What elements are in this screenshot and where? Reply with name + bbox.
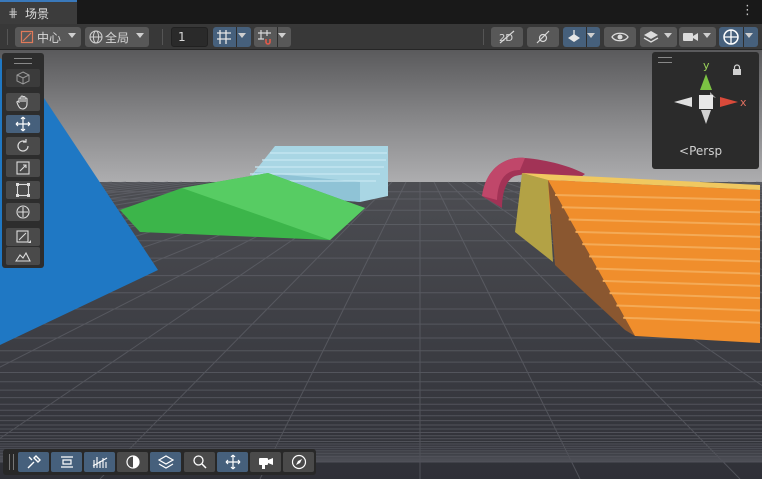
overlay-search-button[interactable]	[184, 452, 215, 472]
hand-icon	[16, 95, 28, 110]
custom-tool[interactable]	[6, 228, 40, 246]
overlay-layers-button[interactable]	[150, 452, 181, 472]
compass-icon	[291, 454, 306, 470]
hand-tool[interactable]	[6, 93, 40, 111]
toolbar-grip[interactable]	[483, 29, 486, 45]
overlay-move-button[interactable]	[217, 452, 248, 472]
navmesh-icon	[92, 457, 107, 468]
rect-transform-icon	[16, 183, 30, 197]
pivot-mode-dropdown[interactable]: 中心	[15, 27, 81, 47]
scene-render	[0, 50, 762, 479]
overlay-grip[interactable]	[9, 454, 14, 470]
overlay-camera-button[interactable]	[250, 452, 281, 472]
chevron-down-icon	[745, 33, 753, 38]
terrain-tool[interactable]	[6, 247, 40, 265]
move-icon	[225, 454, 240, 470]
increment-snap-button[interactable]	[254, 27, 291, 47]
chevron-left-icon: <	[679, 144, 690, 158]
tools-icon	[27, 455, 41, 469]
toggle-2d-button[interactable]: 2D	[491, 27, 523, 47]
pivot-label: 中心	[37, 31, 62, 45]
overlay-toolbar	[3, 449, 316, 475]
transform-icon	[16, 205, 30, 219]
rotate-icon	[17, 139, 29, 152]
camera-icon	[258, 458, 273, 469]
move-icon	[15, 116, 31, 132]
gizmos-dropdown[interactable]	[719, 27, 758, 47]
space-label: 全局	[105, 31, 130, 45]
overlay-tools-button[interactable]	[18, 452, 49, 472]
chevron-down-icon	[664, 33, 672, 38]
chevron-down-icon	[68, 33, 76, 38]
effects-icon	[568, 30, 580, 42]
projection-label: Persp	[689, 144, 723, 158]
chevron-down-icon	[136, 33, 144, 38]
projection-toggle[interactable]: <Persp	[679, 144, 722, 158]
lighting-icon	[125, 455, 140, 469]
scale-tool[interactable]	[6, 159, 40, 177]
tab-bar: ⋕ 场景 ⋮	[0, 0, 762, 24]
orientation-gizmo[interactable]: y x <Persp	[652, 52, 759, 169]
grid-snap-icon	[217, 30, 231, 44]
tab-scene[interactable]: ⋕ 场景	[0, 0, 77, 24]
overlay-lighting-button[interactable]	[117, 452, 148, 472]
toggle-lighting-button[interactable]	[527, 27, 559, 47]
camera-settings-dropdown[interactable]	[679, 27, 716, 47]
space-mode-dropdown[interactable]: 全局	[85, 27, 149, 47]
gizmo-globe-icon	[723, 29, 739, 45]
rotate-tool[interactable]	[6, 137, 40, 155]
overlay-align-button[interactable]	[51, 452, 82, 472]
overlay-compass-button[interactable]	[283, 452, 314, 472]
more-options-icon[interactable]: ⋮	[741, 3, 754, 18]
rect-tool[interactable]	[6, 181, 40, 199]
panel-grip[interactable]	[14, 58, 32, 64]
camera-icon	[683, 33, 698, 41]
visibility-toggle-button[interactable]	[604, 27, 636, 47]
gizmo-y-label: y	[703, 60, 710, 72]
view-cube-button[interactable]	[6, 69, 40, 87]
toolbar-grip[interactable]	[162, 29, 165, 45]
transform-tool[interactable]	[6, 203, 40, 221]
chevron-down-icon	[278, 33, 286, 38]
tool-panel	[2, 53, 44, 268]
eye-icon	[611, 32, 629, 42]
gizmo-x-label: x	[740, 96, 746, 109]
draw-mode-dropdown[interactable]	[640, 27, 677, 47]
globe-icon	[89, 30, 103, 44]
toolbar-grip[interactable]	[7, 29, 10, 45]
layers-icon	[643, 31, 659, 43]
grid-snap-button[interactable]	[213, 27, 251, 47]
pivot-icon	[20, 30, 34, 44]
move-tool[interactable]	[6, 115, 40, 133]
magnet-grid-icon	[258, 30, 271, 45]
scale-icon	[16, 161, 30, 175]
cube-icon	[16, 71, 30, 85]
align-icon	[60, 456, 73, 468]
grid-icon: ⋕	[8, 6, 19, 20]
chevron-down-icon	[587, 33, 595, 38]
scene-toolbar: 中心 全局 1 2D	[0, 24, 762, 50]
axis-gizmo-icon[interactable]: y x	[666, 60, 746, 130]
tab-scene-label: 场景	[25, 7, 50, 21]
grid-size-input[interactable]: 1	[171, 27, 208, 47]
2d-icon: 2D	[499, 30, 515, 44]
terrain-icon	[15, 251, 31, 262]
overlay-navmesh-button[interactable]	[84, 452, 115, 472]
search-icon	[192, 455, 207, 469]
scene-viewport[interactable]	[0, 50, 762, 479]
lighting-off-icon	[536, 30, 550, 44]
chevron-down-icon	[238, 33, 246, 38]
effects-dropdown[interactable]	[563, 27, 600, 47]
layers-icon	[157, 455, 174, 469]
custom-tool-icon	[16, 230, 31, 243]
chevron-down-icon	[703, 33, 711, 38]
